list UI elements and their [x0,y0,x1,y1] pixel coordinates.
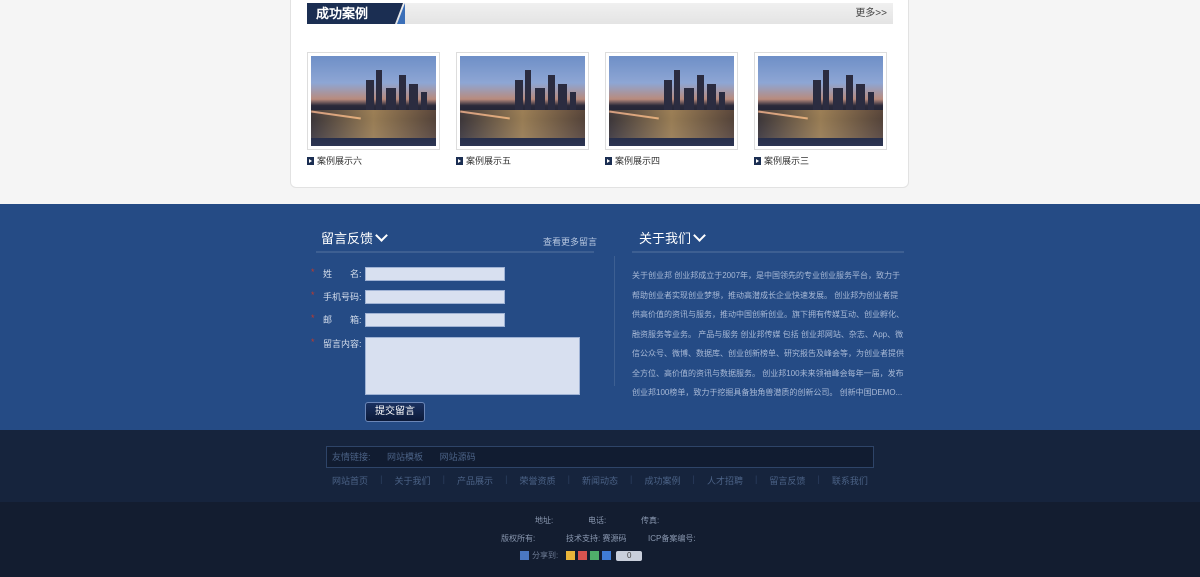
case-thumbnail[interactable] [307,52,440,150]
submit-button[interactable]: 提交留言 [365,402,425,422]
friend-links-label: 友情链接: [332,452,371,462]
weibo-icon[interactable] [578,551,588,560]
name-row: * 姓 名: [311,267,505,281]
feedback-title-text: 留言反馈 [321,231,374,246]
arrow-icon [754,156,761,165]
case-thumbnail[interactable] [754,52,887,150]
share-bar: 分享到: 0 [520,550,643,561]
nav-cases[interactable]: 成功案例 [644,474,680,487]
case-label[interactable]: 案例展示五 [456,154,589,167]
nav-jobs[interactable]: 人才招聘 [707,474,743,487]
friend-links: 友情链接: 网站模板 网站源码 [326,446,874,468]
required-mark: * [311,290,315,300]
case-label[interactable]: 案例展示三 [754,154,887,167]
content-label: 留言内容: [323,339,362,349]
case-item[interactable]: 案例展示五 [456,52,589,167]
case-label-text[interactable]: 案例展示五 [466,154,511,167]
name-label: 姓 名: [323,269,362,279]
friend-link[interactable]: 网站模板 [387,452,423,462]
case-label-text[interactable]: 案例展示三 [764,154,809,167]
case-thumbnail[interactable] [605,52,738,150]
copyright-section: 地址: 电话: 传真: 版权所有: 技术支持: 赛源码 ICP备案编号: 分享到… [0,502,1200,577]
feedback-divider [316,251,594,253]
arrow-icon [605,156,612,165]
copyright-text: 版权所有: [501,534,536,543]
city-image [609,56,734,146]
email-row: * 邮 箱: [311,313,505,327]
case-item[interactable]: 案例展示三 [754,52,887,167]
qzone-icon[interactable] [566,551,576,560]
message-textarea[interactable] [365,337,580,395]
required-mark: * [311,313,315,323]
case-label[interactable]: 案例展示六 [307,154,440,167]
case-label-text[interactable]: 案例展示四 [615,154,660,167]
case-item[interactable]: 案例展示四 [605,52,738,167]
chevron-down-icon [693,228,706,242]
case-item[interactable]: 案例展示六 [307,52,440,167]
links-section: 友情链接: 网站模板 网站源码 网站首页 | 关于我们 | 产品展示 | 荣誉资质 | … [0,430,1200,502]
case-label-text[interactable]: 案例展示六 [317,154,362,167]
content-row: * 留言内容: [311,337,580,395]
nav-products[interactable]: 产品展示 [457,474,493,487]
cases-header: 成功案例 更多>> [307,3,893,24]
about-title: 关于我们 [639,228,706,247]
nav-about[interactable]: 关于我们 [395,474,431,487]
arrow-icon [456,156,463,165]
about-divider [632,251,904,253]
name-input[interactable] [365,267,505,281]
more-messages-link[interactable]: 查看更多留言 [543,235,597,248]
case-thumbnail[interactable] [456,52,589,150]
footer-blue-section: 留言反馈 查看更多留言 * 姓 名: * 手机号码: * 邮 箱: * 留言内容… [0,204,1200,430]
email-input[interactable] [365,313,505,327]
about-text: 关于创业邦 创业邦成立于2007年，是中国领先的专业创业服务平台，致力于帮助创业… [632,271,904,397]
share-plus-icon[interactable] [520,551,529,560]
phone-input[interactable] [365,290,505,304]
email-label: 邮 箱: [323,315,362,325]
share-count: 0 [616,550,643,561]
case-label[interactable]: 案例展示四 [605,154,738,167]
tech-support-text: 技术支持: 赛源码 [566,534,627,543]
cases-more-link[interactable]: 更多>> [855,3,887,24]
icp-text: ICP备案编号: [648,534,696,543]
required-mark: * [311,267,315,277]
footer-nav: 网站首页 | 关于我们 | 产品展示 | 荣誉资质 | 新闻动态 | 成功案例 | 人才招聘… [332,474,868,487]
city-image [758,56,883,146]
about-title-text: 关于我们 [639,231,692,246]
success-cases-panel: 成功案例 更多>> 案例展示六 案例展示五 案例展示四 案例展示三 [290,0,909,188]
cases-title: 成功案例 [307,3,403,24]
chevron-down-icon [375,228,388,242]
nav-honors[interactable]: 荣誉资质 [519,474,555,487]
phone-row: * 手机号码: [311,290,505,304]
city-image [460,56,585,146]
nav-feedback[interactable]: 留言反馈 [769,474,805,487]
nav-contact[interactable]: 联系我们 [832,474,868,487]
nav-home[interactable]: 网站首页 [332,474,368,487]
feedback-title: 留言反馈 [321,228,388,247]
share-label: 分享到: [532,551,559,560]
phone-info: 电话: [588,516,607,525]
top-area: 成功案例 更多>> 案例展示六 案例展示五 案例展示四 案例展示三 [0,0,1200,204]
renren-icon[interactable] [602,551,612,560]
phone-label: 手机号码: [323,292,362,302]
fax-info: 传真: [641,516,660,525]
required-mark: * [311,337,315,347]
cases-title-stripe [397,3,405,24]
column-divider [614,256,615,386]
arrow-icon [307,156,314,165]
address-label: 地址: [535,516,554,525]
friend-link[interactable]: 网站源码 [440,452,476,462]
wechat-icon[interactable] [590,551,600,560]
city-image [311,56,436,146]
nav-news[interactable]: 新闻动态 [582,474,618,487]
